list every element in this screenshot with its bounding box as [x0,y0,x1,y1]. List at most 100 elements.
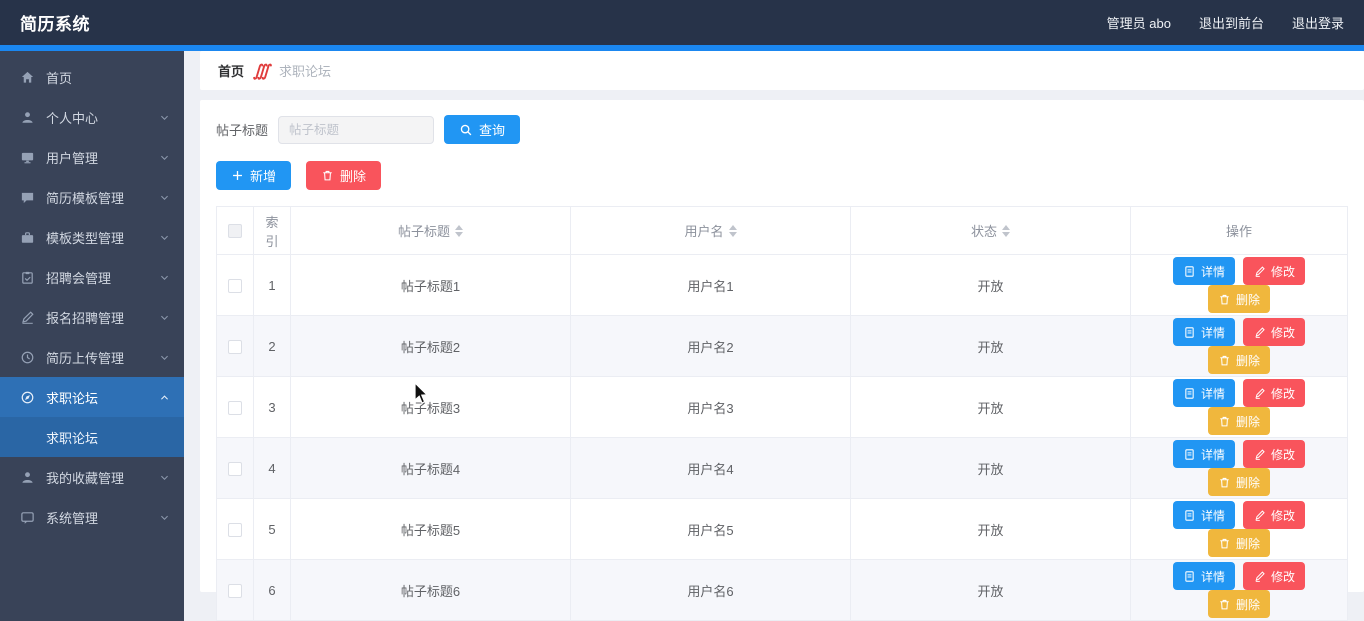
chevron-down-icon [161,115,168,120]
breadcrumb-home[interactable]: 首页 [218,61,244,80]
cell-status: 开放 [850,437,1131,499]
sidebar-item-10[interactable]: 我的收藏管理 [0,457,184,497]
detail-button[interactable]: 详情 [1172,440,1235,468]
admin-user-link[interactable]: 管理员 abo [1107,13,1171,32]
sidebar-item-label: 系统管理 [46,510,99,526]
cell-post-title: 帖子标题3 [290,376,571,438]
chevron-down-icon [159,472,170,483]
cell-index: 5 [253,498,291,560]
briefcase-icon [20,230,35,245]
table-header-row: 索引 帖子标题 用户名 状态 操作 [216,206,1348,255]
pen-icon [1255,570,1265,582]
table-row-3: 3 帖子标题3 用户名3 开放 详情 修改 删除 [216,376,1348,438]
sort-carets-icon[interactable] [728,221,737,241]
query-button-label: 查询 [479,123,506,138]
row-delete-button[interactable]: 删除 [1207,590,1270,618]
clock-icon [20,350,35,365]
sidebar-item-label: 简历上传管理 [46,350,125,366]
toolbar: 新增 删除 [216,161,1348,190]
logout-link[interactable]: 退出登录 [1292,13,1344,32]
cell-actions: 详情 修改 删除 [1130,254,1348,316]
table-row-6: 6 帖子标题6 用户名6 开放 详情 修改 删除 [216,559,1348,621]
row-delete-button[interactable]: 删除 [1207,407,1270,435]
chevron-down-icon [161,515,168,520]
detail-button[interactable]: 详情 [1172,257,1235,285]
column-header-状态[interactable]: 状态 [850,206,1131,255]
pen-icon [1255,387,1265,399]
sidebar-item-7[interactable]: 报名招聘管理 [0,297,184,337]
edit-button[interactable]: 修改 [1243,501,1306,529]
exit-to-front-link[interactable]: 退出到前台 [1199,13,1264,32]
cell-index: 3 [253,376,291,438]
trash-icon [1220,477,1229,487]
row-delete-button[interactable]: 删除 [1207,285,1270,313]
cell-index: 1 [253,254,291,316]
edit-button[interactable]: 修改 [1243,318,1306,346]
detail-button[interactable]: 详情 [1172,562,1235,590]
home-icon [20,70,35,85]
add-button[interactable]: 新增 [216,161,292,190]
sidebar-item-1[interactable]: 首页 [0,57,184,97]
sidebar-item-label: 用户管理 [46,150,99,166]
sort-carets-icon[interactable] [455,221,463,241]
user-icon [20,470,35,485]
pen-icon [1255,265,1265,277]
delete-button[interactable]: 删除 [306,161,382,190]
search-row: 帖子标题 查询 [216,115,1348,144]
chevron-down-icon [161,235,168,240]
cell-index: 2 [253,315,291,377]
select-all-checkbox[interactable] [228,224,242,239]
table-header: 索引 帖子标题 用户名 状态 操作 [216,206,1348,255]
detail-button[interactable]: 详情 [1172,318,1235,346]
sidebar-item-8[interactable]: 简历上传管理 [0,337,184,377]
detail-button[interactable]: 详情 [1172,379,1235,407]
detail-button[interactable]: 详情 [1172,501,1235,529]
row-checkbox[interactable] [228,278,242,293]
sidebar-item-5[interactable]: 模板类型管理 [0,217,184,257]
edit-button[interactable]: 修改 [1243,379,1306,407]
row-delete-button[interactable]: 删除 [1207,529,1270,557]
edit-button[interactable]: 修改 [1243,562,1306,590]
row-delete-button[interactable]: 删除 [1207,346,1270,374]
column-header-操作: 操作 [1130,206,1348,255]
row-checkbox[interactable] [228,400,242,415]
chevron-up-icon [159,392,170,403]
column-header-帖子标题[interactable]: 帖子标题 [290,206,571,255]
query-button[interactable]: 查询 [444,115,521,144]
sidebar-item-3[interactable]: 用户管理 [0,137,184,177]
row-delete-button[interactable]: 删除 [1207,468,1270,496]
row-checkbox[interactable] [228,339,242,354]
breadcrumb-separator-icon: ∭ [253,62,270,80]
sidebar-item-11[interactable]: 系统管理 [0,497,184,537]
sidebar-item-2[interactable]: 个人中心 [0,97,184,137]
column-header-用户名[interactable]: 用户名 [570,206,851,255]
row-checkbox[interactable] [228,583,242,598]
edit-button[interactable]: 修改 [1243,440,1306,468]
row-checkbox[interactable] [228,522,242,537]
sort-carets-icon[interactable] [1002,221,1010,241]
sidebar-item-label: 简历模板管理 [46,190,125,206]
chevron-down-icon [159,352,170,363]
edit-icon [20,310,35,325]
monitor-icon [20,150,35,165]
sidebar-item-6[interactable]: 招聘会管理 [0,257,184,297]
cell-post-title: 帖子标题1 [290,254,571,316]
sidebar-item-9[interactable]: 求职论坛 [0,377,184,417]
user-icon [20,110,35,125]
doc-icon [1185,509,1194,521]
cell-actions: 详情 修改 删除 [1130,315,1348,377]
cell-username: 用户名5 [570,498,851,560]
app-title: 简历系统 [20,15,90,34]
pen-icon [1255,448,1265,460]
breadcrumb-current: 求职论坛 [278,64,331,79]
sidebar-subitem-求职论坛[interactable]: 求职论坛 [0,417,184,457]
row-checkbox[interactable] [228,461,242,476]
cell-post-title: 帖子标题2 [290,315,571,377]
post-title-input[interactable] [278,115,435,144]
table-row-5: 5 帖子标题5 用户名5 开放 详情 修改 删除 [216,498,1348,560]
user-icon [22,111,33,123]
sidebar-item-4[interactable]: 简历模板管理 [0,177,184,217]
trash-icon [1220,355,1229,365]
main-layout: 首页 个人中心 用户管理 简历模板管理 模板类型管理 招聘会管理 报名招聘管理 简历上传管理求… [0,51,1364,621]
edit-button[interactable]: 修改 [1243,257,1306,285]
